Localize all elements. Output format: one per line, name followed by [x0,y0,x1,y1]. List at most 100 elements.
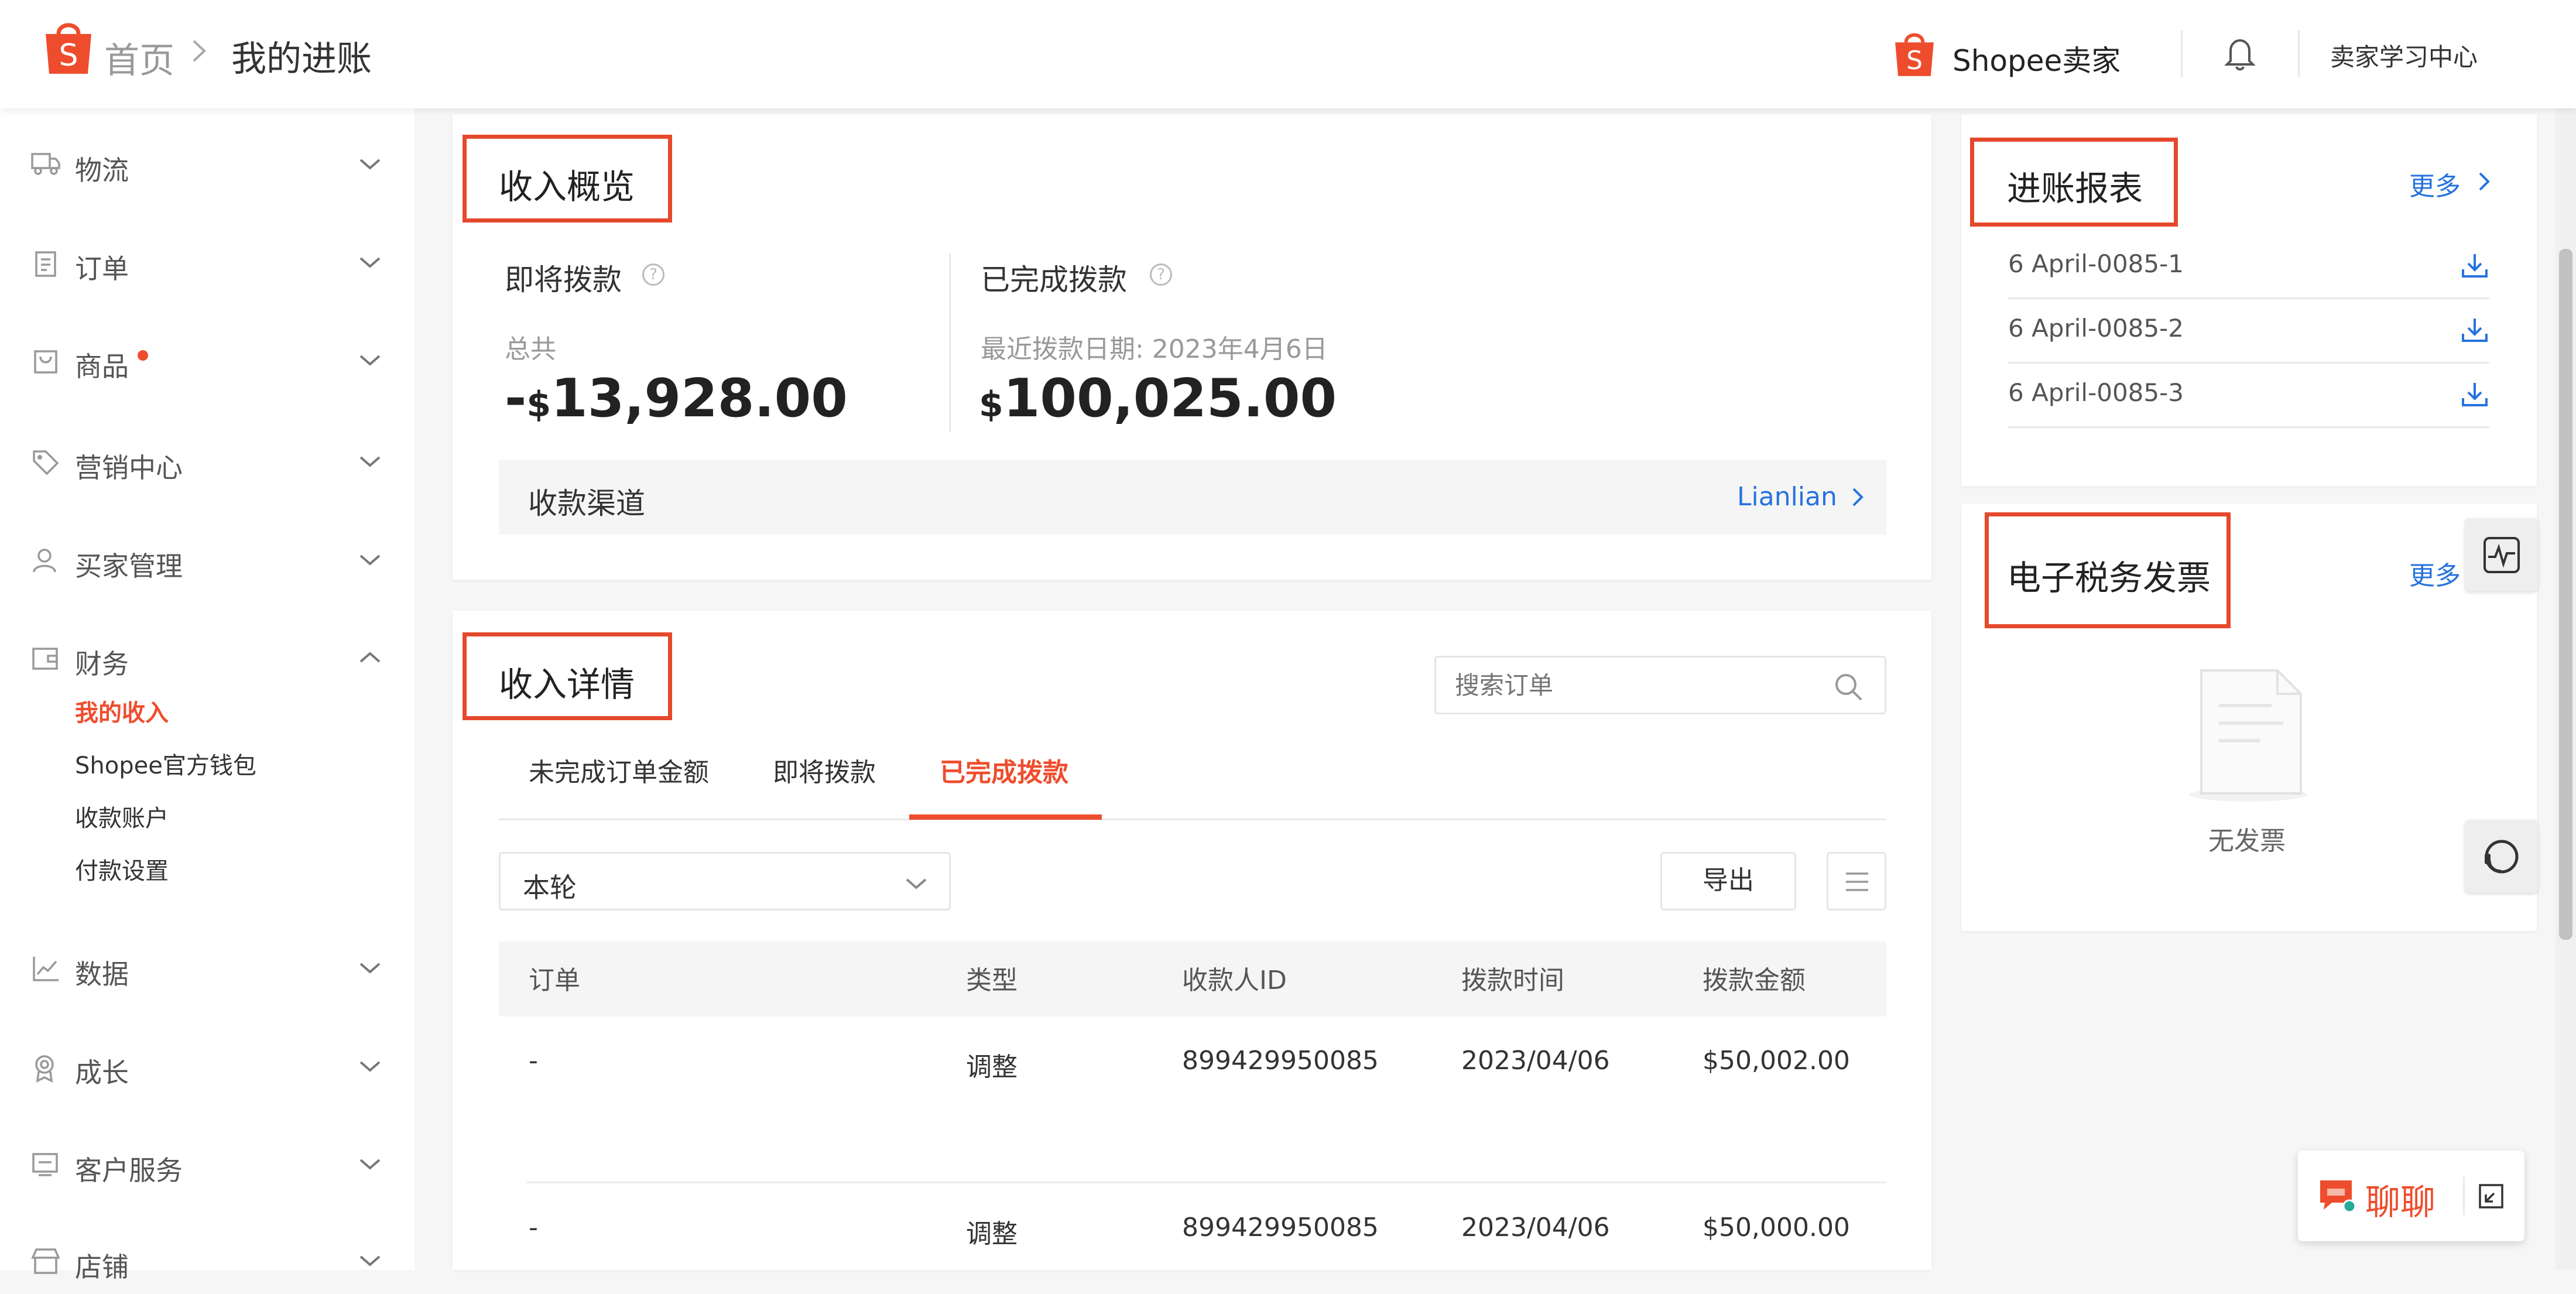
period-select[interactable]: 本轮 [499,852,951,910]
report-name: 6 April-0085-1 [2008,249,2184,278]
sidebar-item-label: 订单 [75,253,129,285]
divider [2463,1177,2465,1215]
reports-more-link[interactable]: 更多 [2409,165,2461,203]
search-order-box[interactable] [1434,656,1886,714]
e-invoice-title: 电子税务发票 [2007,558,2211,598]
cell-order: - [529,1213,538,1242]
report-item: 6 April-0085-2 [2008,299,2489,364]
sidebar-item-label: 营销中心 [75,452,183,484]
invoice-more-link[interactable]: 更多 [2409,554,2461,592]
chevron-down-icon [357,255,383,270]
divider [949,254,951,432]
cell-type: 调整 [966,1052,1018,1082]
scrollbar-track[interactable] [2556,108,2576,1270]
search-icon[interactable] [1833,672,1864,702]
pulse-monitor-button[interactable] [2465,518,2538,591]
table-row: - 调整 899429950085 2023/04/06 $50,000.00 [499,1183,1886,1270]
notification-dot [138,350,148,361]
sidebar-item-label: 物流 [75,155,129,186]
sidebar-item-logistics[interactable]: 物流 [0,127,415,197]
headset-icon [2480,835,2523,878]
activity-icon [2482,536,2521,574]
help-icon[interactable]: ? [642,263,664,286]
payment-channel-link[interactable]: Lianlian [1737,482,1837,512]
period-select-value: 本轮 [523,872,577,903]
sidebar-subitem-bank-account[interactable]: 收款账户 [75,799,169,833]
chevron-down-icon [357,454,383,469]
tab-unsettled-orders[interactable]: 未完成订单金额 [529,751,709,789]
sidebar-item-label: 客户服务 [75,1155,183,1186]
sidebar-item-store[interactable]: 店铺 [0,1224,415,1294]
seller-center-label: Shopee卖家 [1952,44,2121,78]
chevron-down-icon [357,552,383,567]
sidebar-item-marketing[interactable]: 营销中心 [0,425,415,495]
support-button[interactable] [2465,820,2538,893]
download-icon[interactable] [2460,252,2489,279]
completed-amount: $100,025.00 [979,368,1337,429]
wallet-icon [30,644,61,672]
report-item: 6 April-0085-3 [2008,363,2489,428]
tabs-divider [499,819,1886,820]
divider [2181,30,2183,77]
sidebar-item-products[interactable]: 商品 [0,323,415,393]
headset-icon [30,1151,61,1179]
sidebar-item-growth[interactable]: 成长 [0,1029,415,1100]
download-icon[interactable] [2460,381,2489,408]
shopee-logo-icon[interactable]: S [42,18,95,76]
sidebar-item-orders[interactable]: 订单 [0,225,415,296]
download-icon[interactable] [2460,316,2489,343]
breadcrumb-home[interactable]: 首页 [104,32,174,83]
report-name: 6 April-0085-2 [2008,314,2184,343]
no-invoice-text: 无发票 [2208,826,2286,856]
help-icon[interactable]: ? [1150,263,1172,286]
scrollbar-thumb[interactable] [2559,249,2572,940]
cell-payout-amount: $50,002.00 [1703,1046,1850,1076]
income-reports-title: 进账报表 [2007,169,2143,208]
chevron-down-icon [357,1156,383,1172]
sidebar-item-data[interactable]: 数据 [0,931,415,1001]
cell-payee-id: 899429950085 [1182,1046,1379,1076]
column-header-payout-time: 拨款时间 [1461,966,1564,995]
column-header-type: 类型 [966,966,1018,995]
chevron-down-icon [357,352,383,368]
column-settings-button[interactable] [1827,852,1886,910]
tab-to-release[interactable]: 即将拨款 [773,751,876,789]
income-details-title: 收入详情 [499,665,635,704]
report-name: 6 April-0085-3 [2008,378,2184,407]
bell-icon[interactable] [2222,35,2258,73]
chat-widget[interactable]: 聊聊 [2298,1151,2524,1241]
export-button[interactable]: 导出 [1660,852,1796,910]
payment-channel-label: 收款渠道 [528,487,645,521]
sidebar-subitem-wallet[interactable]: Shopee官方钱包 [75,747,256,780]
sidebar-item-label: 数据 [75,958,129,990]
collapse-icon[interactable] [2478,1183,2505,1210]
sidebar-item-customer-service[interactable]: 客户服务 [0,1127,415,1197]
empty-document-icon [2190,665,2318,805]
breadcrumb-chevron-icon [190,36,208,66]
sidebar-item-buyers[interactable]: 买家管理 [0,523,415,593]
cell-payout-amount: $50,000.00 [1703,1213,1850,1242]
sidebar-subitem-my-income[interactable]: 我的收入 [75,694,169,728]
learning-center-link[interactable]: 卖家学习中心 [2330,37,2478,73]
column-header-payee-id: 收款人ID [1182,966,1287,995]
active-tab-indicator [909,814,1102,820]
sidebar-item-finance[interactable]: 财务 [0,621,415,691]
payment-channel-row[interactable]: 收款渠道 Lianlian [499,460,1886,535]
chevron-down-icon [357,960,383,975]
truck-icon [30,150,61,176]
pending-total-label: 总共 [505,334,556,364]
shopee-seller-logo-icon: S [1892,28,1937,78]
divider [2298,30,2300,77]
user-icon [30,546,61,574]
tab-released[interactable]: 已完成拨款 [940,751,1068,789]
chevron-down-icon [357,1253,383,1268]
sidebar-item-label: 店铺 [75,1251,129,1283]
search-input[interactable] [1454,668,1807,702]
clipboard-icon [30,249,61,277]
breadcrumb-current: 我的进账 [231,39,372,80]
table-row: - 调整 899429950085 2023/04/06 $50,002.00 [499,1016,1886,1182]
sidebar-subitem-payment-settings[interactable]: 付款设置 [75,852,169,886]
chart-icon [30,954,61,983]
column-header-order: 订单 [529,966,580,995]
svg-text:S: S [1906,46,1923,76]
